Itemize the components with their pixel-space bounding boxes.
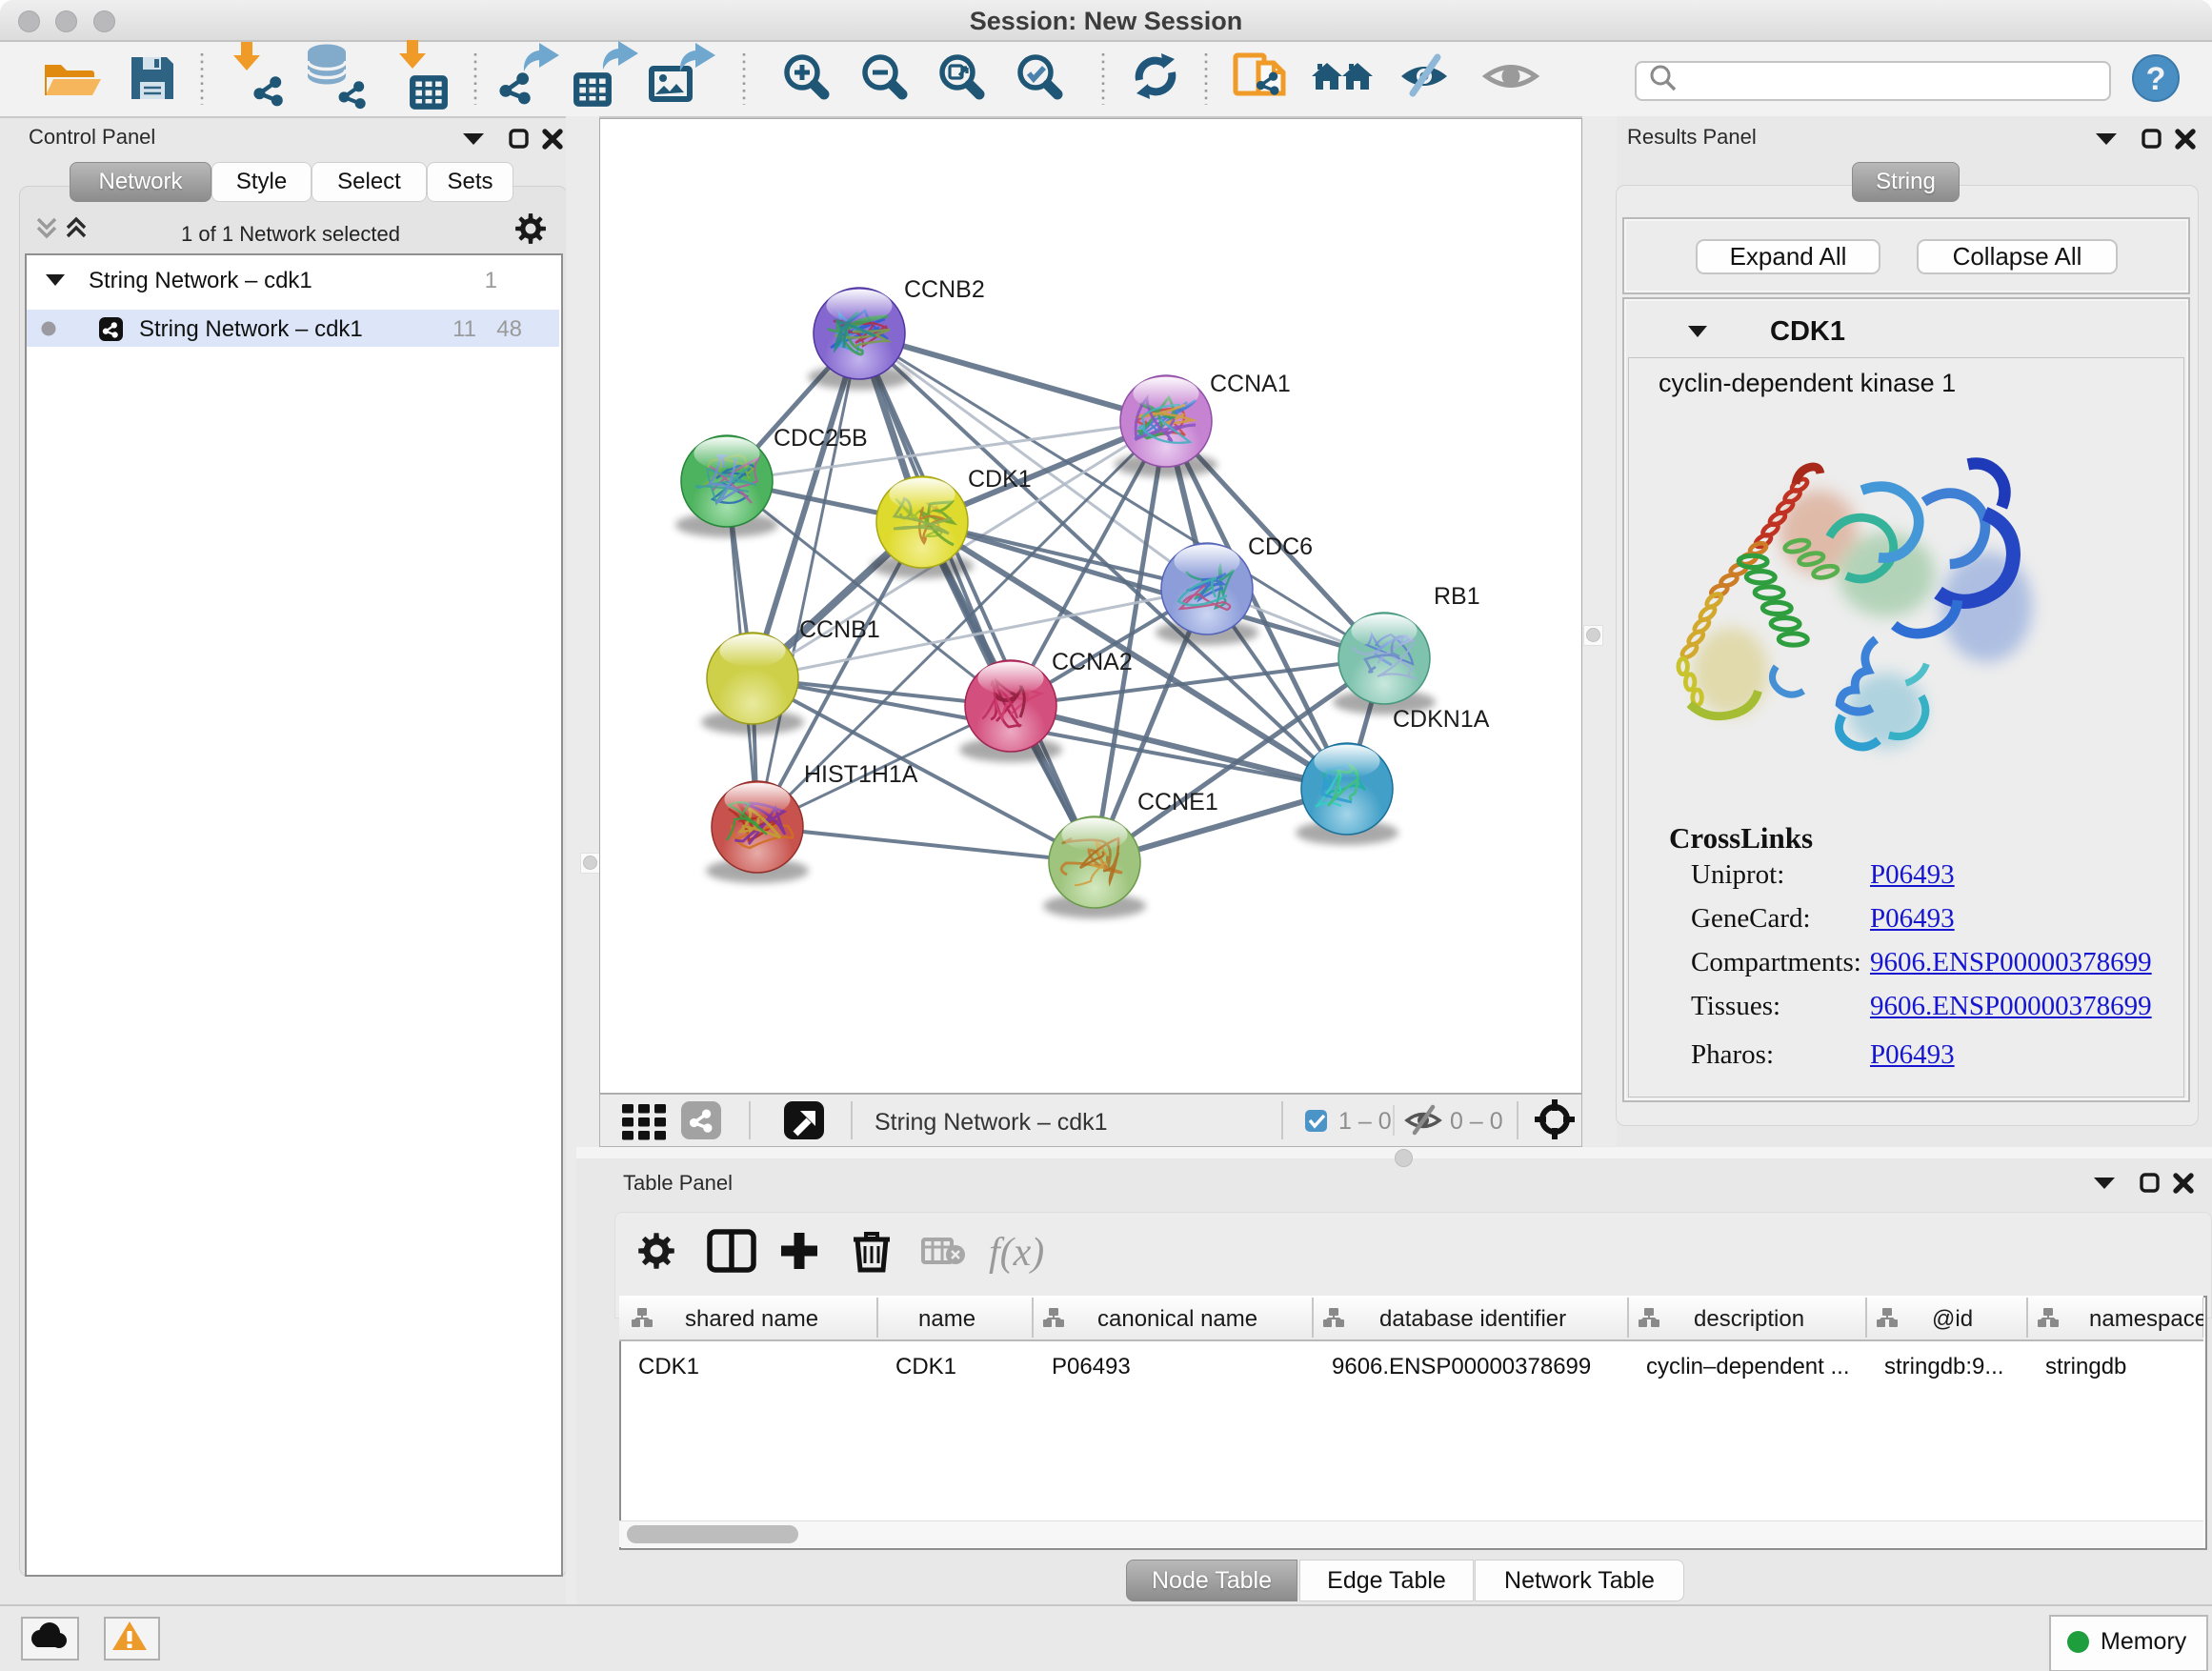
svg-text:description: description: [1694, 1306, 1804, 1332]
svg-text:P06493: P06493: [1052, 1354, 1131, 1379]
svg-text:f(x): f(x): [989, 1231, 1044, 1275]
svg-text:@id: @id: [1932, 1306, 1973, 1332]
svg-text:canonical name: canonical name: [1097, 1306, 1257, 1332]
svg-text:9606.ENSP00000378699: 9606.ENSP00000378699: [1332, 1354, 1591, 1379]
svg-text:stringdb:9...: stringdb:9...: [1884, 1354, 2003, 1379]
svg-text:database identifier: database identifier: [1379, 1306, 1566, 1332]
svg-text:CDK1: CDK1: [638, 1354, 699, 1379]
svg-text:stringdb: stringdb: [2045, 1354, 2126, 1379]
svg-text:namespace: namespace: [2089, 1306, 2203, 1332]
svg-text:shared name: shared name: [685, 1306, 818, 1332]
svg-text:cyclin–dependent ...: cyclin–dependent ...: [1646, 1354, 1849, 1379]
svg-text:name: name: [918, 1306, 975, 1332]
svg-text:CDK1: CDK1: [895, 1354, 956, 1379]
